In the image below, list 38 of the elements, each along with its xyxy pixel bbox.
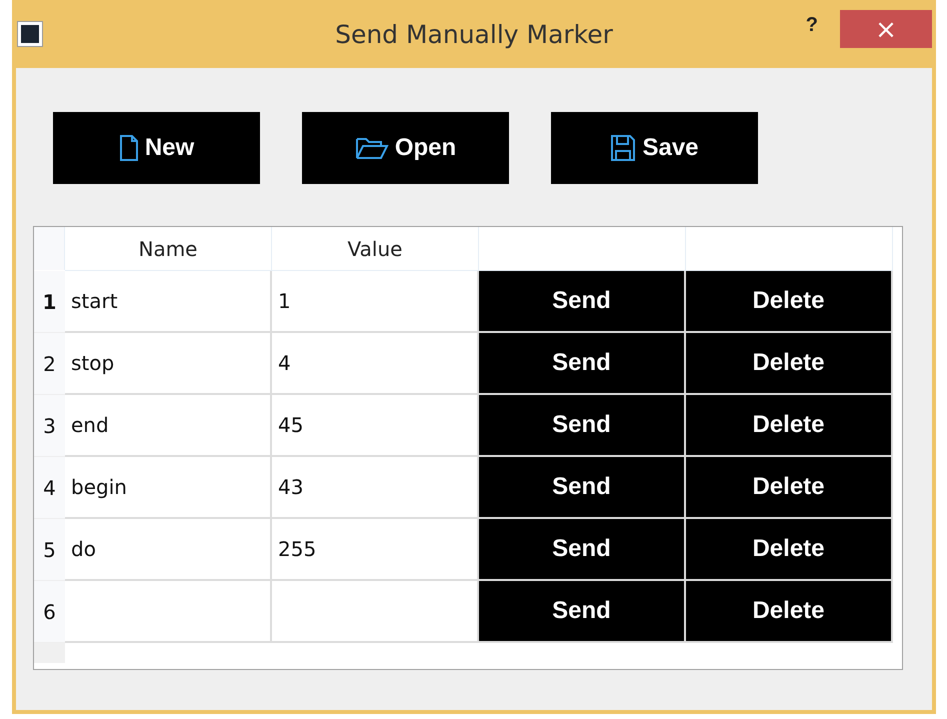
row-number[interactable]: 3 [34,395,65,457]
app-icon [18,22,42,46]
close-button[interactable]: × [840,10,932,48]
delete-button[interactable]: Delete [686,457,893,519]
name-cell[interactable]: begin [65,457,272,519]
name-cell[interactable]: stop [65,333,272,395]
folder-icon [354,135,389,161]
document-icon [118,134,139,162]
delete-button[interactable]: Delete [686,395,893,457]
window-title: Send Manually Marker [335,20,613,48]
row-number[interactable]: 6 [34,581,65,643]
row-number[interactable]: 4 [34,457,65,519]
column-header[interactable]: Value [272,227,479,271]
row-number[interactable]: 2 [34,333,65,395]
delete-button[interactable]: Delete [686,333,893,395]
send-button[interactable]: Send [479,519,686,581]
name-cell[interactable]: end [65,395,272,457]
send-button[interactable]: Send [479,333,686,395]
column-header[interactable] [686,227,893,271]
send-button[interactable]: Send [479,395,686,457]
send-button[interactable]: Send [479,457,686,519]
send-button[interactable]: Send [479,581,686,643]
save-button[interactable]: Save [551,112,758,184]
name-cell[interactable]: start [65,271,272,333]
delete-button[interactable]: Delete [686,519,893,581]
new-button[interactable]: New [53,112,260,184]
send-button[interactable]: Send [479,271,686,333]
row-number[interactable]: 5 [34,519,65,581]
help-button[interactable]: ? [802,14,822,37]
open-button[interactable]: Open [302,112,509,184]
column-header[interactable] [479,227,686,271]
name-cell[interactable] [65,581,272,643]
name-cell[interactable]: do [65,519,272,581]
delete-button[interactable]: Delete [686,271,893,333]
column-header[interactable]: Name [65,227,272,271]
row-header-strip [34,643,65,663]
row-number[interactable]: 1 [34,271,65,333]
delete-button[interactable]: Delete [686,581,893,643]
